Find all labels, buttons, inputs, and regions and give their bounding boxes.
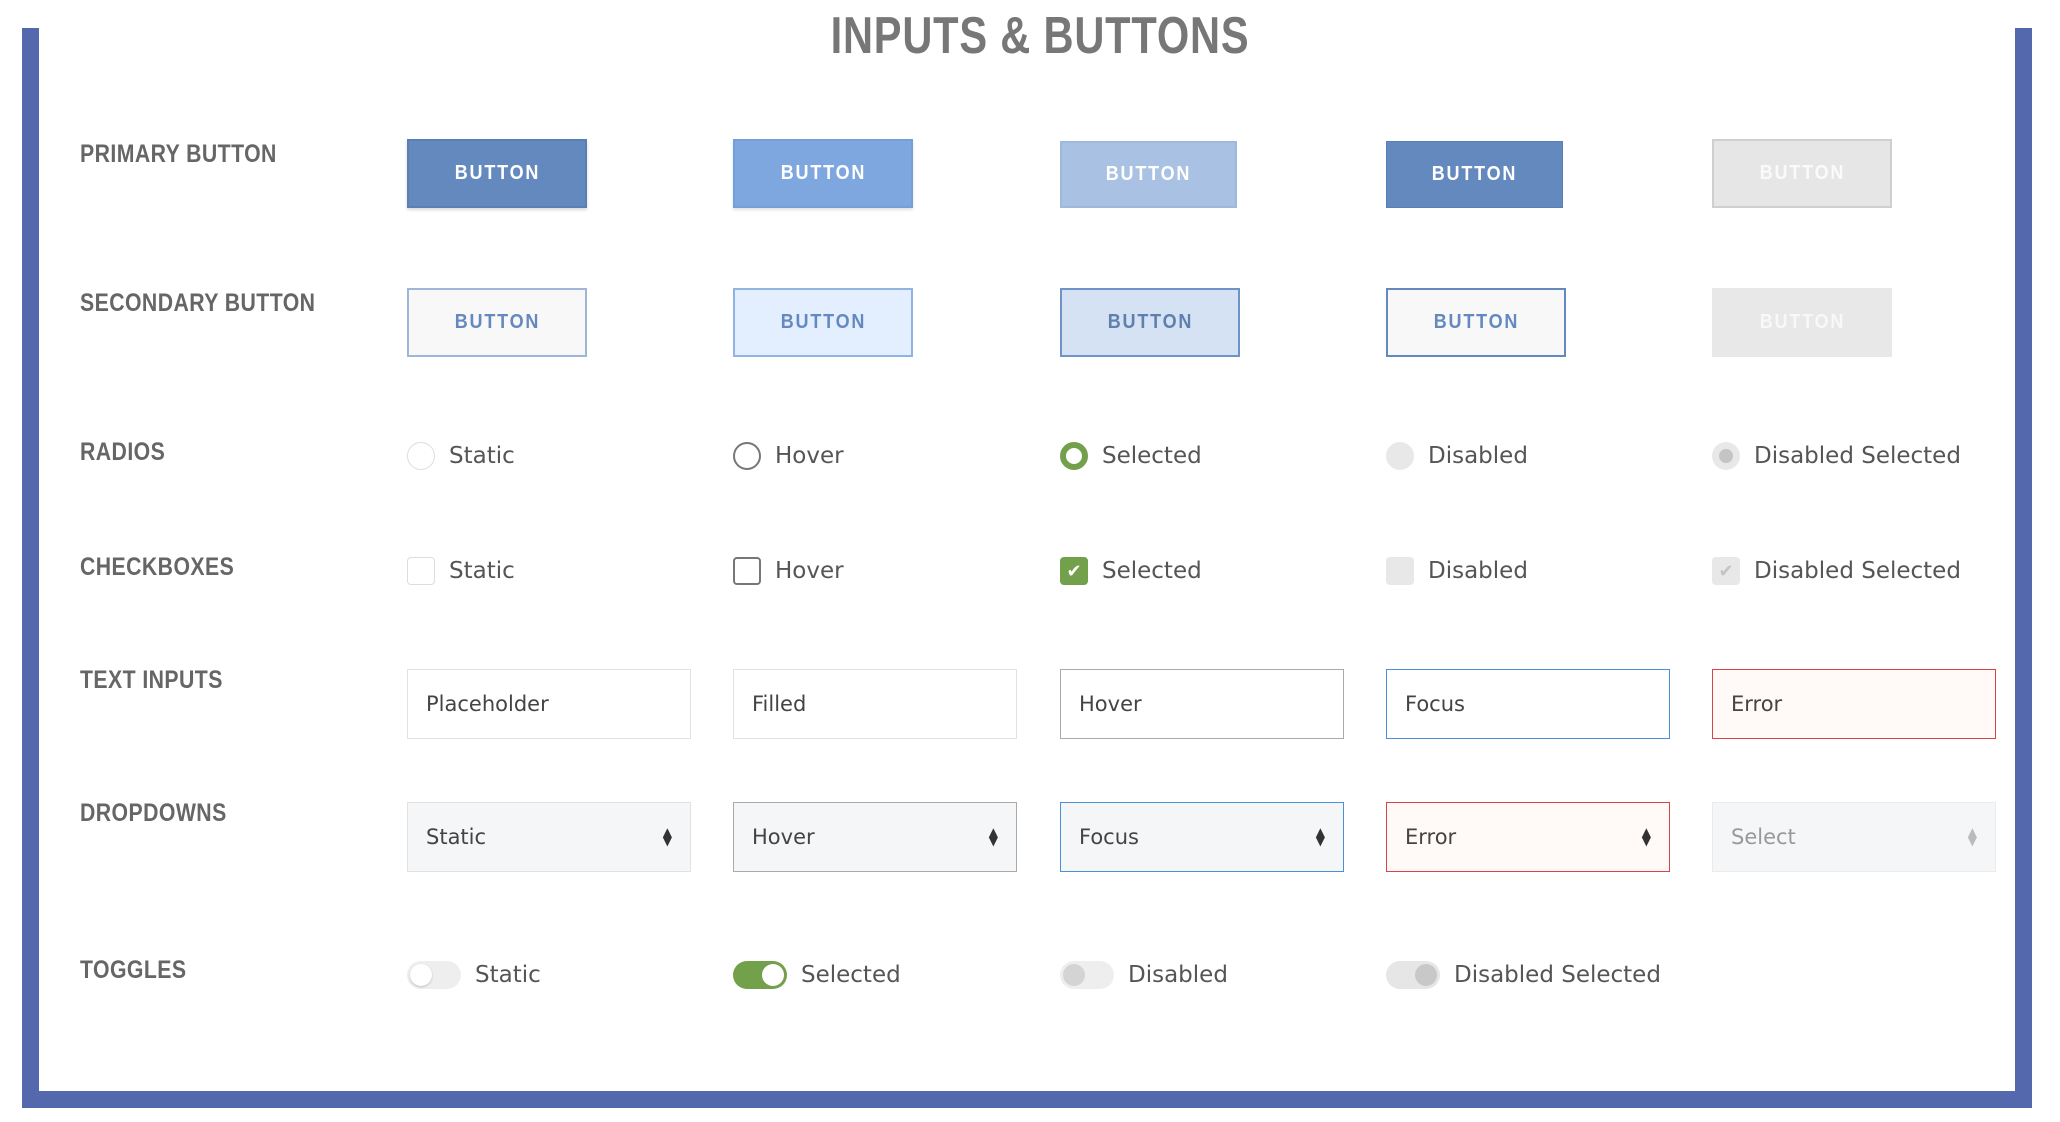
up-down-caret-icon: ▲ ▼ (1967, 825, 1977, 848)
row-label-dropdowns: DROPDOWNS (80, 799, 227, 827)
input-value: Error (1731, 692, 1783, 716)
primary-button-disabled[interactable]: BUTTON (1712, 139, 1892, 208)
radio-label: Selected (1102, 443, 1202, 469)
input-value: Placeholder (426, 692, 549, 716)
toggle-switch-icon (733, 961, 787, 989)
secondary-button-hover[interactable]: BUTTON (733, 288, 913, 357)
checkbox-box-icon (733, 557, 761, 585)
page-title: INPUTS & BUTTONS (830, 7, 1250, 65)
toggle-label: Selected (801, 962, 901, 988)
dropdown-focus[interactable]: Focus ▲ ▼ (1060, 802, 1344, 872)
radio-static[interactable]: Static (407, 436, 515, 476)
text-input-hover[interactable]: Hover (1060, 669, 1344, 739)
radio-disabled-selected[interactable]: Disabled Selected (1712, 436, 1961, 476)
dropdown-value: Select (1731, 825, 1796, 849)
primary-button-hover[interactable]: BUTTON (733, 139, 913, 208)
secondary-button-static[interactable]: BUTTON (407, 288, 587, 357)
up-down-caret-icon: ▲ ▼ (988, 825, 998, 848)
text-input-error[interactable]: Error (1712, 669, 1996, 739)
text-input-placeholder[interactable]: Placeholder (407, 669, 691, 739)
dropdown-static[interactable]: Static ▲ ▼ (407, 802, 691, 872)
checkbox-static[interactable]: Static (407, 551, 515, 591)
toggle-switch-icon (1060, 961, 1114, 989)
checkbox-hover[interactable]: Hover (733, 551, 844, 591)
row-label-toggles: TOGGLES (80, 956, 187, 984)
radio-disabled[interactable]: Disabled (1386, 436, 1528, 476)
checkbox-box-icon (407, 557, 435, 585)
radio-circle-icon (407, 442, 435, 470)
dropdown-value: Error (1405, 825, 1457, 849)
checkbox-disabled[interactable]: Disabled (1386, 551, 1528, 591)
radio-label: Disabled Selected (1754, 443, 1961, 469)
radio-circle-icon (733, 442, 761, 470)
toggle-disabled-selected[interactable]: Disabled Selected (1386, 955, 1661, 995)
checkbox-label: Disabled Selected (1754, 558, 1961, 584)
input-value: Filled (752, 692, 807, 716)
primary-button-static[interactable]: BUTTON (407, 139, 587, 208)
row-label-primary-button: PRIMARY BUTTON (80, 140, 277, 168)
radio-hover[interactable]: Hover (733, 436, 844, 476)
checkbox-label: Selected (1102, 558, 1202, 584)
checkbox-box-icon (1386, 557, 1414, 585)
toggle-label: Disabled (1128, 962, 1228, 988)
checkbox-label: Static (449, 558, 515, 584)
primary-button-pressed[interactable]: BUTTON (1060, 141, 1237, 208)
dropdown-disabled[interactable]: Select ▲ ▼ (1712, 802, 1996, 872)
toggle-selected[interactable]: Selected (733, 955, 901, 995)
text-input-focus[interactable]: Focus (1386, 669, 1670, 739)
check-icon: ✔ (1712, 557, 1740, 585)
toggle-switch-icon (1386, 961, 1440, 989)
secondary-button-pressed[interactable]: BUTTON (1060, 288, 1240, 357)
radio-label: Disabled (1428, 443, 1528, 469)
dropdown-error[interactable]: Error ▲ ▼ (1386, 802, 1670, 872)
radio-selected[interactable]: Selected (1060, 436, 1202, 476)
row-label-radios: RADIOS (80, 438, 166, 466)
toggle-label: Static (475, 962, 541, 988)
secondary-button-focus[interactable]: BUTTON (1386, 288, 1566, 357)
dropdown-hover[interactable]: Hover ▲ ▼ (733, 802, 1017, 872)
radio-label: Hover (775, 443, 844, 469)
checkbox-label: Hover (775, 558, 844, 584)
checkbox-selected[interactable]: ✔ Selected (1060, 551, 1202, 591)
input-value: Hover (1079, 692, 1142, 716)
up-down-caret-icon: ▲ ▼ (1641, 825, 1651, 848)
checkbox-disabled-selected[interactable]: ✔ Disabled Selected (1712, 551, 1961, 591)
primary-button-focus[interactable]: BUTTON (1386, 141, 1563, 208)
toggle-disabled[interactable]: Disabled (1060, 955, 1228, 995)
up-down-caret-icon: ▲ ▼ (1315, 825, 1325, 848)
toggle-switch-icon (407, 961, 461, 989)
dropdown-value: Focus (1079, 825, 1139, 849)
row-label-checkboxes: CHECKBOXES (80, 553, 235, 581)
dropdown-value: Static (426, 825, 487, 849)
row-label-text-inputs: TEXT INPUTS (80, 666, 223, 694)
radio-label: Static (449, 443, 515, 469)
toggle-label: Disabled Selected (1454, 962, 1661, 988)
checkbox-label: Disabled (1428, 558, 1528, 584)
check-icon: ✔ (1060, 557, 1088, 585)
up-down-caret-icon: ▲ ▼ (662, 825, 672, 848)
radio-selected-icon (1712, 442, 1740, 470)
dropdown-value: Hover (752, 825, 815, 849)
text-input-filled[interactable]: Filled (733, 669, 1017, 739)
input-value: Focus (1405, 692, 1465, 716)
radio-selected-icon (1060, 442, 1088, 470)
radio-circle-icon (1386, 442, 1414, 470)
secondary-button-disabled[interactable]: BUTTON (1712, 288, 1892, 357)
row-label-secondary-button: SECONDARY BUTTON (80, 289, 316, 317)
toggle-static[interactable]: Static (407, 955, 541, 995)
